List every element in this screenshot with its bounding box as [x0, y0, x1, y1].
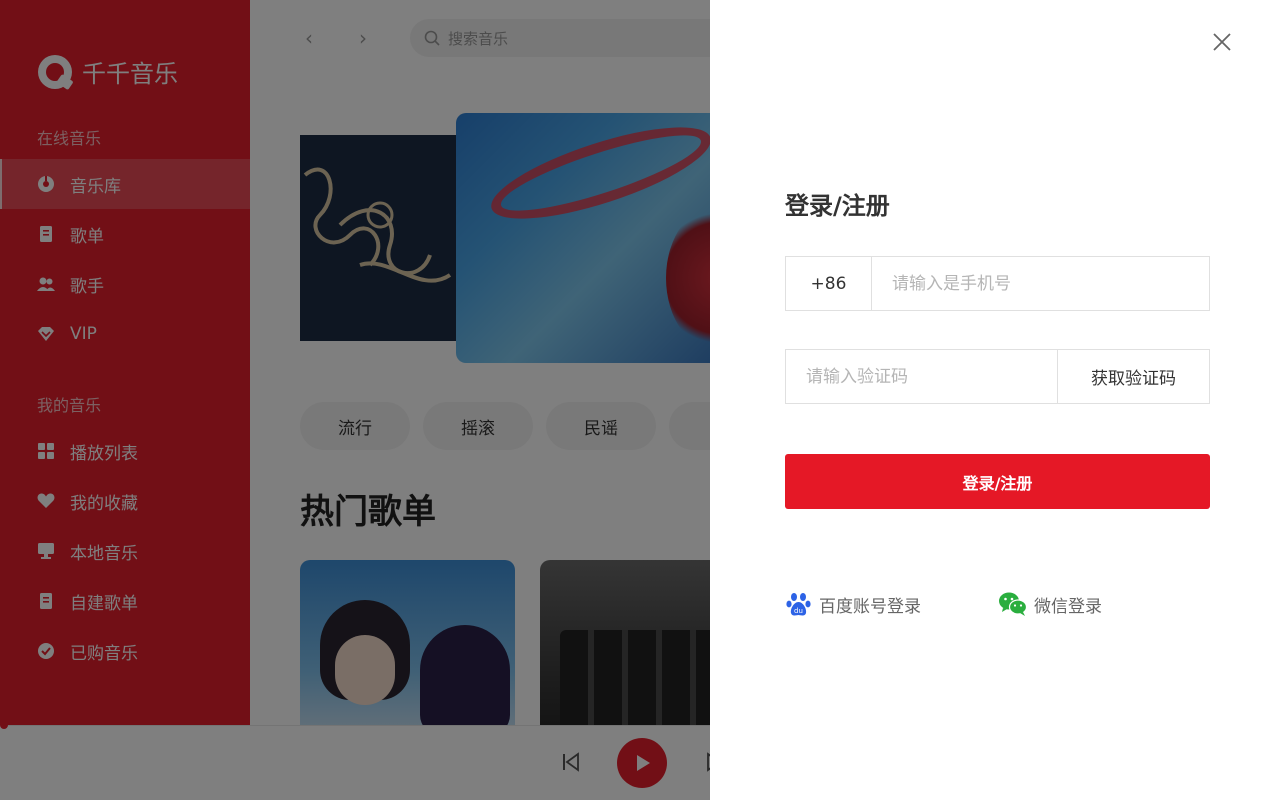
- svg-text:du: du: [794, 607, 803, 615]
- baidu-login-link[interactable]: du 百度账号登录: [785, 590, 921, 618]
- close-icon: [1213, 33, 1231, 51]
- login-submit-button[interactable]: 登录/注册: [785, 454, 1210, 509]
- phone-field-group: +86: [785, 256, 1210, 311]
- wechat-login-label: 微信登录: [1034, 596, 1102, 617]
- baidu-login-label: 百度账号登录: [819, 596, 921, 617]
- phone-input[interactable]: [872, 257, 1209, 310]
- wechat-icon: [999, 592, 1028, 616]
- login-title: 登录/注册: [785, 192, 890, 220]
- wechat-login-link[interactable]: 微信登录: [998, 590, 1102, 618]
- get-code-button[interactable]: 获取验证码: [1058, 350, 1209, 403]
- baidu-paw-icon: du: [786, 593, 811, 616]
- login-drawer: 登录/注册 +86 获取验证码 登录/注册 du 百度账号登录: [710, 0, 1285, 800]
- country-code-selector[interactable]: +86: [786, 257, 872, 310]
- close-button[interactable]: [1211, 31, 1233, 53]
- verification-code-input[interactable]: [786, 350, 1058, 403]
- verification-field-group: 获取验证码: [785, 349, 1210, 404]
